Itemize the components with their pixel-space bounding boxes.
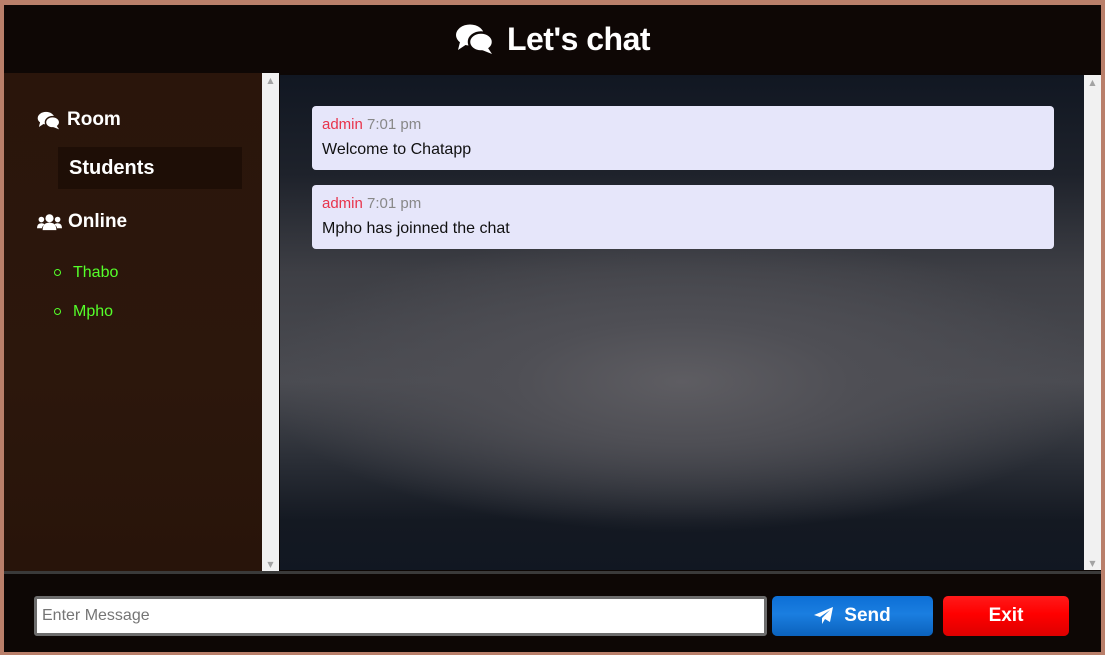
- comments-icon: [455, 24, 495, 54]
- chat-messages-area: admin 7:01 pm Welcome to Chatapp admin 7…: [280, 75, 1084, 570]
- message-user: admin: [322, 116, 363, 133]
- message: admin 7:01 pm Mpho has joinned the chat: [312, 185, 1054, 249]
- online-user-name: Mpho: [73, 302, 114, 320]
- page-title: Let's chat: [506, 20, 651, 57]
- room-heading: Room: [37, 109, 121, 131]
- message-meta: admin 7:01 pm: [322, 195, 1044, 215]
- bullet-icon: [54, 269, 61, 276]
- users-icon: [37, 214, 62, 231]
- message-text: Mpho has joinned the chat: [322, 220, 510, 237]
- sidebar: Room Students Online Thabo Mpho: [4, 73, 262, 571]
- chat-app-window: Let's chat Room Students Online Thabo Mp…: [4, 5, 1101, 652]
- message-time: 7:01 pm: [367, 116, 422, 133]
- online-user-name: Thabo: [73, 263, 119, 281]
- send-button[interactable]: Send: [772, 596, 933, 636]
- message-form: Send Exit: [4, 571, 1101, 652]
- sidebar-scrollbar[interactable]: ▲ ▼: [262, 73, 279, 571]
- paper-plane-icon: [814, 607, 834, 624]
- online-user: Mpho: [54, 292, 118, 331]
- scroll-up-arrow-icon[interactable]: ▲: [1084, 75, 1101, 89]
- message-input[interactable]: [34, 596, 767, 636]
- chat-scrollbar[interactable]: ▲ ▼: [1084, 75, 1101, 570]
- room-name: Students: [58, 147, 242, 189]
- scroll-up-arrow-icon[interactable]: ▲: [262, 73, 279, 87]
- exit-button[interactable]: Exit: [943, 596, 1069, 636]
- online-heading-label: Online: [68, 211, 128, 232]
- app-header: Let's chat: [4, 5, 1101, 73]
- message-time: 7:01 pm: [367, 195, 422, 212]
- online-user: Thabo: [54, 253, 118, 292]
- message-text: Welcome to Chatapp: [322, 141, 472, 158]
- comments-icon: [37, 111, 61, 129]
- scroll-down-arrow-icon[interactable]: ▼: [262, 557, 279, 571]
- online-user-list: Thabo Mpho: [54, 253, 118, 331]
- message-user: admin: [322, 195, 363, 212]
- online-heading: Online: [37, 211, 127, 233]
- scroll-down-arrow-icon[interactable]: ▼: [1084, 556, 1101, 570]
- room-heading-label: Room: [67, 109, 121, 130]
- message: admin 7:01 pm Welcome to Chatapp: [312, 106, 1054, 170]
- message-meta: admin 7:01 pm: [322, 116, 1044, 136]
- send-button-label: Send: [844, 605, 891, 626]
- bullet-icon: [54, 308, 61, 315]
